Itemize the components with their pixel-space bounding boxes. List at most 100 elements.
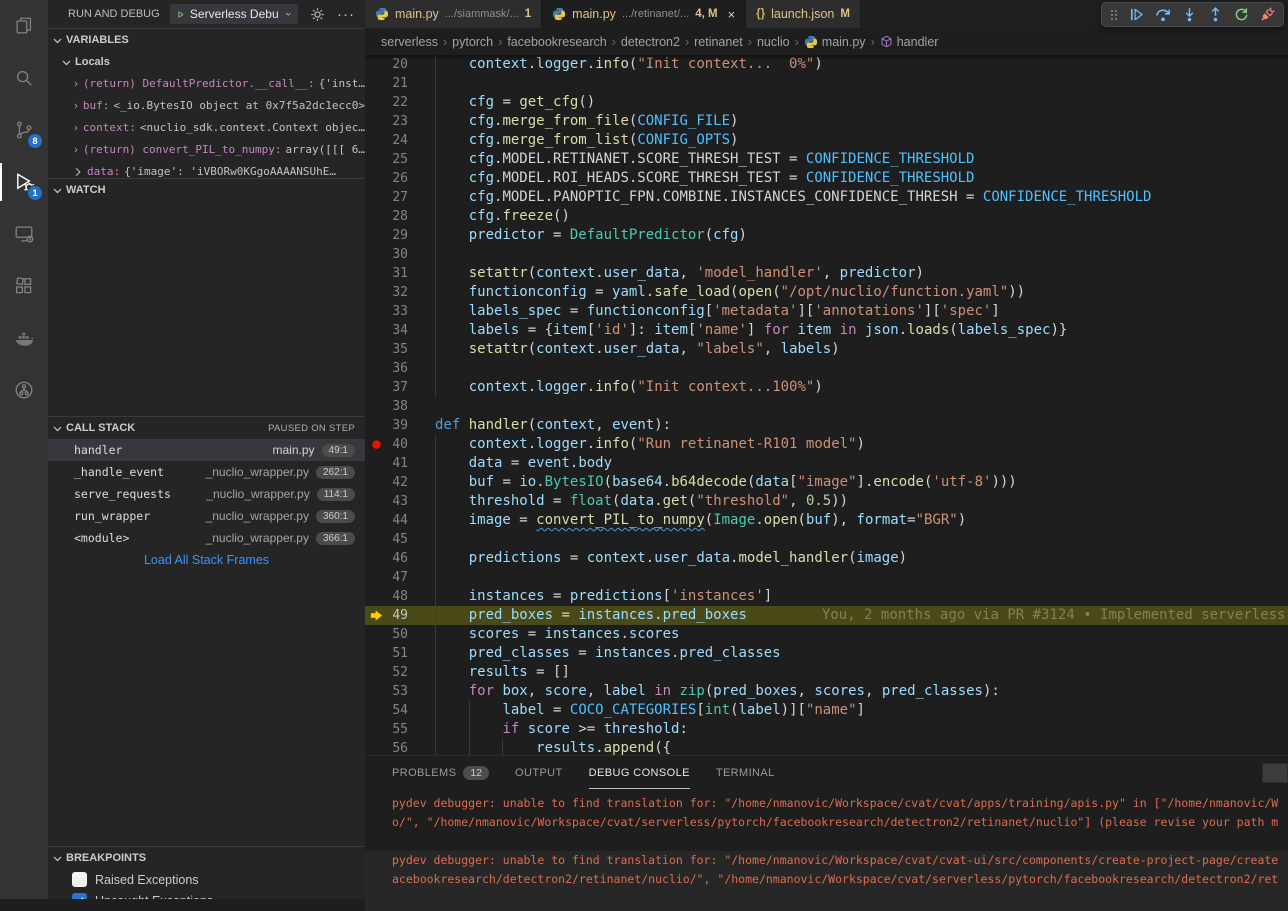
bottom-panel: PROBLEMS12OUTPUTDEBUG CONSOLETERMINAL py… bbox=[365, 755, 1288, 899]
activity-bar-item-docker[interactable] bbox=[0, 312, 48, 364]
line-number: 34 bbox=[365, 321, 408, 340]
breadcrumb-item[interactable]: pytorch bbox=[452, 35, 493, 49]
checkbox[interactable] bbox=[72, 893, 87, 899]
breadcrumb-separator: › bbox=[443, 35, 447, 49]
launch-config-dropdown[interactable]: Serverless Debu bbox=[170, 4, 299, 24]
breadcrumb-item[interactable]: serverless bbox=[381, 35, 438, 49]
code-text: cfg.MODEL.ROI_HEADS.SCORE_THRESH_TEST = … bbox=[365, 169, 974, 188]
breadcrumb-item[interactable]: detectron2 bbox=[621, 35, 680, 49]
call-stack-frame[interactable]: run_wrapper_nuclio_wrapper.py360:1 bbox=[48, 505, 365, 527]
step-over-icon[interactable] bbox=[1155, 7, 1171, 23]
continue-icon[interactable] bbox=[1129, 7, 1144, 22]
breadcrumb-item[interactable]: retinanet bbox=[694, 35, 743, 49]
breadcrumb-separator: › bbox=[612, 35, 616, 49]
code-line-49: 49 pred_boxes = instances.pred_boxesYou,… bbox=[365, 606, 1288, 625]
checkbox[interactable] bbox=[72, 872, 87, 887]
watch-section-header[interactable]: WATCH bbox=[48, 179, 365, 201]
indent-guide bbox=[435, 587, 436, 606]
extensions-icon bbox=[13, 275, 35, 297]
variable-row[interactable]: (return) DefaultPredictor.__call__: {'in… bbox=[48, 73, 365, 95]
activity-bar-item-run-and-debug[interactable]: 1 bbox=[0, 156, 48, 208]
editor-tab-launch.json[interactable]: {}launch.jsonM bbox=[746, 0, 861, 28]
panel-tab-problems[interactable]: PROBLEMS12 bbox=[392, 756, 489, 789]
breadcrumb-separator: › bbox=[498, 35, 502, 49]
breadcrumb-item[interactable]: nuclio bbox=[757, 35, 790, 49]
code-text: predictor = DefaultPredictor(cfg) bbox=[365, 226, 747, 245]
code-line-21: 21 bbox=[365, 74, 1288, 93]
variable-row[interactable]: data: {'image': 'iVBORw0KGgoAAAANSUhE… bbox=[48, 161, 365, 178]
line-number: 36 bbox=[365, 359, 408, 378]
variable-row[interactable]: buf: <_io.BytesIO object at 0x7f5a2dc1ec… bbox=[48, 95, 365, 117]
line-number: 56 bbox=[365, 739, 408, 755]
activity-badge: 1 bbox=[27, 185, 43, 201]
panel-tab-debug-console[interactable]: DEBUG CONSOLE bbox=[589, 756, 690, 789]
activity-bar-item-git-graph[interactable] bbox=[0, 364, 48, 416]
sidebar-title: RUN AND DEBUG bbox=[68, 8, 160, 20]
breakpoint-option[interactable]: Raised Exceptions bbox=[48, 869, 365, 890]
breadcrumb-item[interactable]: handler bbox=[880, 35, 939, 49]
code-editor[interactable]: 20 context.logger.info("Init context... … bbox=[365, 55, 1288, 755]
indent-guide bbox=[435, 530, 436, 549]
breakpoints-section-header[interactable]: BREAKPOINTS bbox=[48, 847, 365, 869]
console-filter-input[interactable] bbox=[1262, 763, 1288, 783]
variables-section-header[interactable]: VARIABLES bbox=[48, 29, 365, 51]
load-all-stack-frames-link[interactable]: Load All Stack Frames bbox=[48, 549, 365, 571]
breakpoint-option[interactable]: Uncaught Exceptions bbox=[48, 890, 365, 899]
breakpoint-icon[interactable] bbox=[369, 437, 387, 452]
git-blame-annotation: You, 2 months ago via PR #3124 • Impleme… bbox=[822, 607, 1288, 623]
code-text: labels_spec = functionconfig['metadata']… bbox=[365, 302, 1000, 321]
indent-guide bbox=[469, 739, 470, 755]
activity-bar-item-extensions[interactable] bbox=[0, 260, 48, 312]
start-debug-icon bbox=[177, 9, 184, 20]
call-stack-section-header[interactable]: CALL STACK PAUSED ON STEP bbox=[48, 417, 365, 439]
code-line-45: 45 bbox=[365, 530, 1288, 549]
editor-tab-main.py[interactable]: main.py.../siammask/...1 bbox=[365, 0, 542, 28]
restart-icon[interactable] bbox=[1234, 7, 1249, 22]
disconnect-icon[interactable] bbox=[1260, 7, 1275, 22]
panel-tab-terminal[interactable]: TERMINAL bbox=[716, 756, 775, 789]
variable-row[interactable]: (return) convert_PIL_to_numpy: array([[[… bbox=[48, 139, 365, 161]
step-into-icon[interactable] bbox=[1182, 7, 1197, 22]
activity-bar-item-remote-explorer[interactable] bbox=[0, 208, 48, 260]
indent-guide bbox=[435, 454, 436, 473]
code-text: functionconfig = yaml.safe_load(open("/o… bbox=[365, 283, 1025, 302]
breadcrumb-item[interactable]: main.py bbox=[804, 35, 866, 49]
debug-settings-gear-icon[interactable] bbox=[308, 4, 327, 24]
indent-guide bbox=[435, 150, 436, 169]
breadcrumb-item[interactable]: facebookresearch bbox=[507, 35, 606, 49]
code-line-29: 29 predictor = DefaultPredictor(cfg) bbox=[365, 226, 1288, 245]
code-line-35: 35 setattr(context.user_data, "labels", … bbox=[365, 340, 1288, 359]
line-number: 37 bbox=[365, 378, 408, 397]
call-stack-frame[interactable]: serve_requests_nuclio_wrapper.py114:1 bbox=[48, 483, 365, 505]
toolbar-gripper[interactable] bbox=[1110, 7, 1118, 23]
activity-bar-item-source-control[interactable]: 8 bbox=[0, 104, 48, 156]
variable-row[interactable]: context: <nuclio_sdk.context.Context obj… bbox=[48, 117, 365, 139]
code-line-54: 54 label = COCO_CATEGORIES[int(label)]["… bbox=[365, 701, 1288, 720]
variables-scope-locals[interactable]: Locals bbox=[48, 51, 365, 73]
code-line-41: 41 data = event.body bbox=[365, 454, 1288, 473]
code-text: context.logger.info("Run retinanet-R101 … bbox=[365, 435, 865, 454]
chevron-down-icon bbox=[285, 9, 292, 19]
panel-tab-output[interactable]: OUTPUT bbox=[515, 756, 563, 789]
line-number: 22 bbox=[365, 93, 408, 112]
docker-icon bbox=[13, 327, 36, 350]
indent-guide bbox=[469, 701, 470, 720]
editor-tab-main.py[interactable]: main.py.../retinanet/...4, M× bbox=[542, 0, 746, 28]
code-text: label = COCO_CATEGORIES[int(label)]["nam… bbox=[365, 701, 865, 720]
call-stack-frame[interactable]: _handle_event_nuclio_wrapper.py262:1 bbox=[48, 461, 365, 483]
current-frame-arrow-icon[interactable] bbox=[369, 608, 387, 623]
call-stack-frame[interactable]: <module>_nuclio_wrapper.py366:1 bbox=[48, 527, 365, 549]
code-line-25: 25 cfg.MODEL.RETINANET.SCORE_THRESH_TEST… bbox=[365, 150, 1288, 169]
line-number: 29 bbox=[365, 226, 408, 245]
activity-bar-item-search[interactable] bbox=[0, 52, 48, 104]
activity-bar-item-explorer[interactable] bbox=[0, 0, 48, 52]
more-actions-icon[interactable]: ··· bbox=[337, 6, 355, 23]
code-line-40: 40 context.logger.info("Run retinanet-R1… bbox=[365, 435, 1288, 454]
debug-console-output: pydev debugger: unable to find translati… bbox=[365, 789, 1288, 911]
close-icon[interactable]: × bbox=[728, 7, 736, 22]
step-out-icon[interactable] bbox=[1208, 7, 1223, 22]
indent-guide bbox=[435, 93, 436, 112]
call-stack-frame[interactable]: handlermain.py49:1 bbox=[48, 439, 365, 461]
code-text: predictions = context.user_data.model_ha… bbox=[365, 549, 907, 568]
code-text: cfg.merge_from_file(CONFIG_FILE) bbox=[365, 112, 738, 131]
